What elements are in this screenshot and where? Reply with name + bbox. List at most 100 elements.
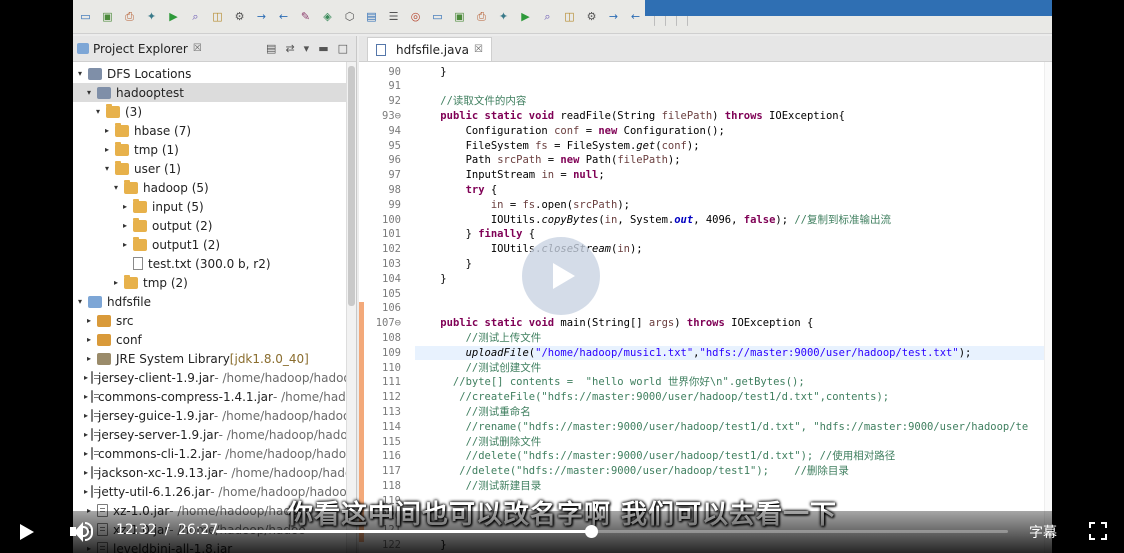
collapsed-arrow-icon[interactable]: ▸ — [84, 411, 88, 420]
line-number: 101 — [382, 228, 401, 241]
collapsed-arrow-icon[interactable]: ▸ — [102, 126, 112, 135]
tab-hdfsfile-java[interactable]: hdfsfile.java ☒ — [367, 37, 492, 61]
center-play-button[interactable] — [522, 237, 600, 315]
video-player[interactable]: ▭ ▣ ⎙ ✦ ▶ ⌕ ◫ ⚙ → ← ✎ ◈ ⬡ ▤ ☰ ◎ ▭ ▣ ⎙ ✦ ▶ ⌕ ◫ ⚙ → ← Project Explo… — [0, 0, 1124, 553]
minimize-icon[interactable]: ▬ — [318, 42, 328, 55]
new-icon[interactable]: ▭ — [77, 8, 94, 25]
code-area[interactable]: 90 } 91 92 //读取文件的内容 93⊖ public static void… — [359, 62, 1052, 553]
tree-scrollbar[interactable] — [346, 62, 356, 553]
collapsed-arrow-icon[interactable]: ▸ — [84, 373, 88, 382]
collapsed-arrow-icon[interactable]: ▸ — [84, 354, 94, 363]
tree-item[interactable]: ▸ jackson-xc-1.9.13.jar - /home/hadoop/ha… — [73, 463, 356, 482]
collapsed-arrow-icon[interactable]: ▸ — [120, 240, 130, 249]
tree-item[interactable]: ▸ input (5) — [73, 197, 355, 216]
project-explorer-title: Project Explorer — [93, 41, 188, 56]
print-icon[interactable]: → — [605, 8, 622, 25]
save-icon[interactable]: ⬡ — [341, 8, 358, 25]
subtitles-button[interactable]: 字幕 — [1029, 522, 1057, 542]
code-line: InputStream in = null; — [415, 168, 605, 183]
save-icon[interactable]: ▣ — [99, 8, 116, 25]
expanded-arrow-icon[interactable]: ▾ — [111, 183, 121, 192]
back-icon[interactable]: ⌕ — [539, 8, 556, 25]
tab-close-icon[interactable]: ☒ — [474, 44, 483, 55]
tree-item[interactable]: ▸ commons-compress-1.4.1.jar - /home/hado… — [73, 387, 356, 406]
progress-bar[interactable] — [216, 525, 1008, 538]
next-icon[interactable]: ▶ — [517, 8, 534, 25]
new-icon[interactable]: ◈ — [319, 8, 336, 25]
print-icon[interactable]: ⎙ — [121, 8, 138, 25]
next-icon[interactable]: ← — [275, 8, 292, 25]
volume-icon[interactable] — [68, 521, 94, 543]
collapsed-arrow-icon[interactable]: ▸ — [102, 145, 112, 154]
tree-item[interactable]: ▸ conf — [73, 330, 355, 349]
tree-item[interactable]: ▾ hadoop (5) — [73, 178, 355, 197]
expanded-arrow-icon[interactable]: ▾ — [84, 88, 94, 97]
code-token: //复制到标准输出流 — [794, 213, 892, 226]
collapsed-arrow-icon[interactable]: ▸ — [111, 278, 121, 287]
expanded-arrow-icon[interactable]: ▾ — [102, 164, 112, 173]
tree-item[interactable]: ▸ jersey-server-1.9.jar - /home/hadoop/ha… — [73, 425, 356, 444]
print-icon[interactable]: ▤ — [363, 8, 380, 25]
back-icon[interactable]: ✎ — [297, 8, 314, 25]
code-token: //byte[] contents = "hello world 世界你好\n"… — [415, 376, 805, 389]
tree-item[interactable]: ▾ (3) — [73, 102, 355, 121]
maximize-icon[interactable]: □ — [338, 42, 348, 55]
tree-item[interactable]: ▸ JRE System Library [jdk1.8.0_40] — [73, 349, 355, 368]
search-icon[interactable]: ▭ — [429, 8, 446, 25]
collapse-all-icon[interactable]: ▤ — [266, 42, 276, 55]
view-menu-icon[interactable]: ▾ — [304, 42, 310, 55]
debug-icon[interactable]: ← — [627, 8, 644, 25]
build-icon[interactable]: ⚙ — [231, 8, 248, 25]
debug-icon[interactable]: ✦ — [143, 8, 160, 25]
collapsed-arrow-icon[interactable]: ▸ — [84, 335, 94, 344]
fullscreen-icon[interactable] — [1089, 522, 1107, 540]
tree-item[interactable]: ▾ hadooptest — [73, 83, 355, 102]
open-type-icon[interactable]: ▣ — [451, 8, 468, 25]
player-controls: 12:32 / 26:27 字幕 — [0, 511, 1124, 553]
tree-item[interactable]: ▸ tmp (2) — [73, 273, 355, 292]
close-icon[interactable]: ☒ — [193, 43, 202, 54]
collapsed-arrow-icon[interactable]: ▸ — [84, 430, 88, 439]
code-token: new — [560, 154, 580, 167]
collapsed-arrow-icon[interactable]: ▸ — [120, 202, 130, 211]
tree-item-path: - /home/hadoop/hadoop — [216, 446, 356, 461]
progress-handle[interactable] — [585, 525, 599, 538]
tree-item[interactable]: ▸ jersey-client-1.9.jar - /home/hadoop/ha… — [73, 368, 356, 387]
open-type-icon[interactable]: ◫ — [209, 8, 226, 25]
tree-item[interactable]: ▾ DFS Locations — [73, 64, 355, 83]
search-icon[interactable]: ⌕ — [187, 8, 204, 25]
run-icon[interactable]: ▶ — [165, 8, 182, 25]
tree-item[interactable]: ▾ hdfsfile — [73, 292, 355, 311]
collapsed-arrow-icon[interactable]: ▸ — [84, 449, 88, 458]
tree-item[interactable]: ▸ output (2) — [73, 216, 355, 235]
code-token: //测试新建目录 — [415, 479, 542, 492]
settings-icon[interactable]: ✦ — [495, 8, 512, 25]
tree-item[interactable]: ▸ commons-cli-1.2.jar - /home/hadoop/hado… — [73, 444, 356, 463]
settings-icon[interactable]: → — [253, 8, 270, 25]
line-number: 94 — [388, 124, 401, 137]
tree-scroll-thumb[interactable] — [348, 66, 355, 306]
expanded-arrow-icon[interactable]: ▾ — [75, 297, 85, 306]
expanded-arrow-icon[interactable]: ▾ — [75, 69, 85, 78]
tree-item[interactable]: test.txt (300.0 b, r2) — [73, 254, 355, 273]
expanded-arrow-icon[interactable]: ▾ — [93, 107, 103, 116]
collapsed-arrow-icon[interactable]: ▸ — [84, 468, 88, 477]
save-icon[interactable]: ⚙ — [583, 8, 600, 25]
new-icon[interactable]: ◫ — [561, 8, 578, 25]
collapsed-arrow-icon[interactable]: ▸ — [84, 316, 94, 325]
build-icon[interactable]: ⎙ — [473, 8, 490, 25]
run-icon[interactable]: ◎ — [407, 8, 424, 25]
link-editor-icon[interactable]: ⇄ — [285, 42, 294, 55]
debug-icon[interactable]: ☰ — [385, 8, 402, 25]
collapsed-arrow-icon[interactable]: ▸ — [84, 392, 88, 401]
tree-item[interactable]: ▸ tmp (1) — [73, 140, 355, 159]
code-token: IOUtils. — [415, 213, 542, 226]
tree-item[interactable]: ▾ user (1) — [73, 159, 355, 178]
tree-item[interactable]: ▸ jersey-guice-1.9.jar - /home/hadoop/had… — [73, 406, 356, 425]
code-token: ); — [629, 243, 643, 256]
tree-item[interactable]: ▸ output1 (2) — [73, 235, 355, 254]
tree-item[interactable]: ▸ src — [73, 311, 355, 330]
collapsed-arrow-icon[interactable]: ▸ — [120, 221, 130, 230]
play-button[interactable] — [16, 522, 36, 542]
tree-item[interactable]: ▸ hbase (7) — [73, 121, 355, 140]
